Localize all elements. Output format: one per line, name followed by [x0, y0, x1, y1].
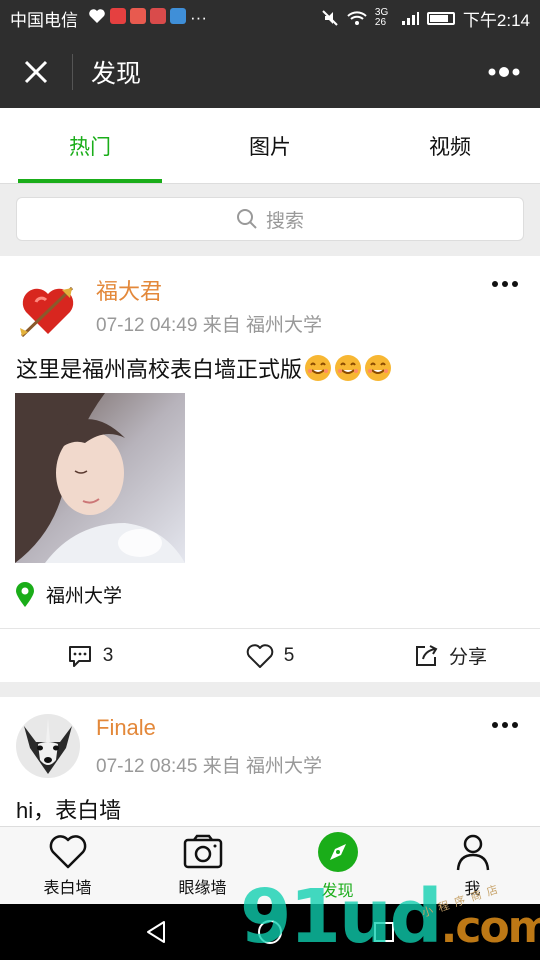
post-text: hi，表白墙: [16, 798, 122, 823]
husky-avatar: [16, 714, 80, 778]
heart-icon: [49, 834, 86, 868]
smile-emoji-icon: [365, 355, 392, 381]
location-pin-icon: [16, 581, 34, 607]
heart-arrow-avatar-icon: [20, 286, 74, 338]
back-triangle-icon[interactable]: [144, 919, 168, 945]
tab-bar: 热门 图片 视频: [0, 108, 540, 184]
app-icon: [150, 8, 166, 24]
post-location[interactable]: 福州大学: [14, 581, 122, 608]
post-author[interactable]: 福大君: [96, 274, 162, 306]
like-button[interactable]: 5: [180, 629, 360, 682]
search-input[interactable]: 搜索: [16, 197, 524, 241]
share-icon: [415, 644, 438, 666]
person-icon: [456, 834, 489, 870]
post-meta: 07-12 04:49 来自 福州大学: [96, 315, 322, 336]
search-icon: [236, 209, 257, 229]
camera-icon: [183, 834, 222, 868]
heart-icon: [246, 643, 273, 668]
watermark-main: 91ud: [240, 874, 443, 960]
mute-icon: [322, 10, 338, 26]
nav-bar: 发现: [0, 36, 540, 108]
post-photo[interactable]: [15, 393, 185, 563]
avatar[interactable]: [16, 278, 80, 342]
book-icon: [170, 8, 186, 24]
status-bar: 中国电信 ··· 3G 26 下午2:14: [0, 0, 540, 36]
post-card: 福大君 07-12 04:49 来自 福州大学 这里是福州高校表白墙正式版 福州…: [0, 256, 540, 682]
share-label: 分享: [448, 647, 487, 668]
network-label: 3G 26: [374, 7, 389, 28]
bottom-tab-label: 表白墙: [43, 879, 92, 897]
smile-emoji-icon: [305, 355, 332, 381]
smile-emoji-icon: [335, 355, 362, 381]
like-count: 5: [283, 644, 295, 666]
more-dots-icon: [488, 67, 520, 77]
tab-videos[interactable]: 视频: [360, 108, 540, 183]
more-dots-icon: [492, 281, 518, 287]
compass-icon: [317, 831, 358, 872]
carrier-label: 中国电信: [10, 10, 78, 30]
post-author[interactable]: Finale: [96, 715, 156, 741]
bottom-tab-label: 眼缘墙: [178, 879, 227, 897]
nav-divider: [72, 54, 73, 90]
share-button[interactable]: 分享: [360, 629, 540, 682]
page-title: 发现: [91, 60, 142, 88]
notification-icons: ···: [88, 8, 207, 28]
close-button[interactable]: [0, 36, 72, 108]
signal-icon: [401, 12, 419, 25]
heart-rate-icon: [89, 9, 105, 23]
comment-icon: [68, 645, 91, 667]
portrait-photo: [15, 393, 185, 563]
post-text: 这里是福州高校表白墙正式版: [16, 357, 303, 382]
comment-button[interactable]: 3: [0, 629, 180, 682]
comment-count: 3: [102, 644, 114, 666]
wifi-icon: [347, 11, 367, 25]
post-content: 这里是福州高校表白墙正式版: [16, 352, 392, 384]
close-icon: [24, 60, 48, 84]
post-card: Finale 07-12 08:45 来自 福州大学 hi，表白墙: [0, 697, 540, 827]
tab-images[interactable]: 图片: [180, 108, 360, 183]
post-meta: 07-12 08:45 来自 福州大学: [96, 756, 322, 777]
more-dots-icon: [492, 722, 518, 728]
location-label: 福州大学: [46, 586, 123, 607]
baidu-map-icon: [130, 8, 146, 24]
weibo-icon: [110, 8, 126, 24]
status-time: 下午2:14: [462, 10, 530, 30]
battery-icon: [426, 11, 455, 25]
more-options-button[interactable]: [468, 36, 540, 108]
post-content: hi，表白墙: [16, 793, 121, 825]
tab-hot[interactable]: 热门: [0, 108, 180, 183]
more-notifications-icon: ···: [190, 8, 207, 27]
search-area: 搜索: [0, 185, 540, 255]
search-placeholder: 搜索: [265, 210, 304, 232]
post-more-button[interactable]: [490, 715, 520, 735]
post-more-button[interactable]: [490, 274, 520, 294]
bottom-tab-confession-wall[interactable]: 表白墙: [0, 827, 135, 904]
post-actions: 3 5 分享: [0, 628, 540, 682]
avatar[interactable]: [16, 714, 80, 778]
